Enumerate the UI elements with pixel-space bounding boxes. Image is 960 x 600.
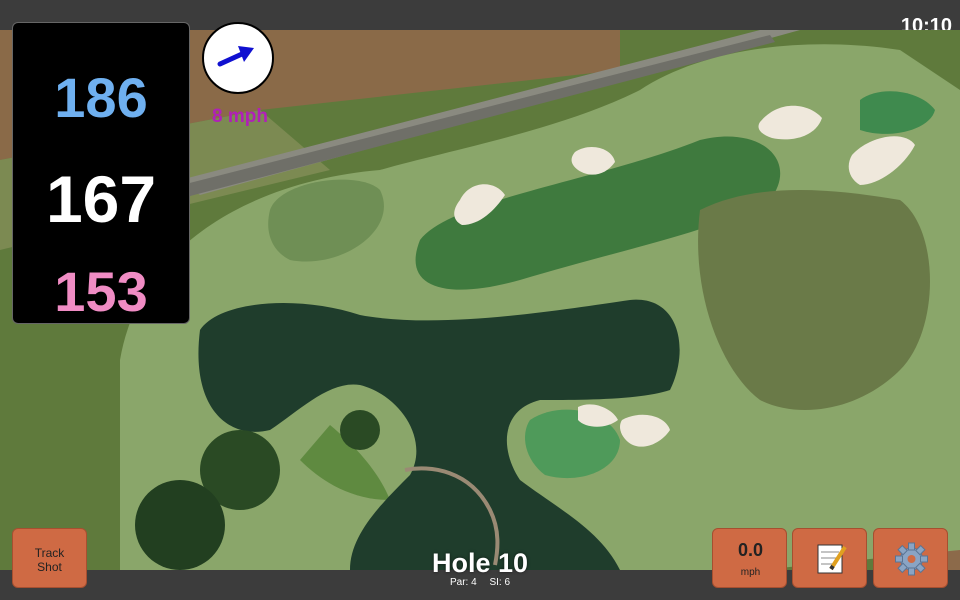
- gear-icon: [895, 542, 928, 576]
- back-distance: 186: [54, 66, 148, 129]
- stroke-index-label: SI: 6: [489, 577, 511, 588]
- hole-info: Par: 4 SI: 6: [380, 577, 580, 588]
- notepad-icon: [817, 544, 847, 574]
- track-shot-button[interactable]: Track Shot: [12, 528, 87, 588]
- wind-indicator: [202, 22, 274, 94]
- distance-panel: 186 167 153: [12, 22, 190, 324]
- hole-title: Hole 10: [431, 548, 529, 578]
- wind-speed: 8 mph: [212, 106, 268, 127]
- par-label: Par: 4: [449, 577, 477, 588]
- speed-button[interactable]: 0.0 mph: [712, 528, 787, 588]
- front-distance: 153: [54, 260, 148, 323]
- notes-button[interactable]: [792, 528, 867, 588]
- speed-unit: mph: [740, 567, 761, 578]
- track-shot-label-line1: Track: [34, 546, 65, 560]
- speed-value: 0.0: [737, 540, 764, 560]
- settings-button[interactable]: [873, 528, 948, 588]
- arrow-right-icon: [217, 46, 254, 67]
- track-shot-label-line2: Shot: [37, 560, 62, 574]
- middle-distance: 167: [45, 162, 157, 236]
